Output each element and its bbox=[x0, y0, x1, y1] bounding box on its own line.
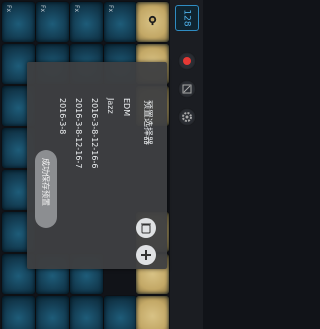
pad[interactable]: Fx bbox=[104, 2, 137, 42]
pad[interactable]: Fx bbox=[2, 2, 35, 42]
record-button[interactable] bbox=[178, 52, 196, 70]
bpm-display[interactable]: 128 bbox=[175, 5, 199, 31]
add-preset-button[interactable] bbox=[136, 245, 156, 265]
preset-picker-dialog: 预置选择器 EDM Jazz 2016-3-8-12-16-6 2016-3-8… bbox=[27, 62, 167, 269]
preset-item[interactable]: 2016-3-8-12-16-6 bbox=[90, 98, 99, 168]
microphone-icon bbox=[148, 15, 157, 26]
plus-icon bbox=[141, 250, 151, 260]
pad-fx-label: Fx bbox=[73, 4, 81, 13]
toast: 成功保存预置 bbox=[35, 150, 57, 228]
settings-button[interactable] bbox=[178, 108, 196, 126]
bpm-value: 128 bbox=[182, 9, 192, 27]
edit-icon bbox=[182, 84, 192, 94]
pad[interactable]: Fx bbox=[70, 2, 103, 42]
control-column: 128 bbox=[170, 0, 203, 329]
pad[interactable] bbox=[36, 296, 69, 329]
pad[interactable] bbox=[2, 296, 35, 329]
pad-fx-label: Fx bbox=[39, 4, 47, 13]
pad[interactable]: Fx bbox=[36, 2, 69, 42]
toast-text: 成功保存预置 bbox=[41, 158, 50, 206]
preset-item[interactable]: Jazz bbox=[106, 98, 115, 114]
preset-item[interactable]: EDM bbox=[122, 98, 131, 116]
pad-fx-label: Fx bbox=[107, 4, 115, 13]
edit-button[interactable] bbox=[178, 80, 196, 98]
trash-icon bbox=[141, 223, 151, 234]
gear-icon bbox=[182, 112, 192, 122]
pad[interactable] bbox=[136, 296, 169, 329]
launchpad-screen: Fx Fx Fx Fx 128 预置选择器 EDM Jazz 2016-3-8-… bbox=[0, 0, 203, 329]
pad[interactable] bbox=[104, 296, 137, 329]
pad-fx-label: Fx bbox=[5, 4, 13, 13]
preset-item[interactable]: 2016-3-8 bbox=[58, 98, 67, 134]
preset-item[interactable]: 2016-3-8-12-16-7 bbox=[74, 98, 83, 168]
record-icon bbox=[183, 57, 191, 65]
pad[interactable] bbox=[70, 296, 103, 329]
pad-mic[interactable] bbox=[136, 2, 169, 42]
dialog-title: 预置选择器 bbox=[142, 100, 152, 146]
delete-preset-button[interactable] bbox=[136, 218, 156, 238]
